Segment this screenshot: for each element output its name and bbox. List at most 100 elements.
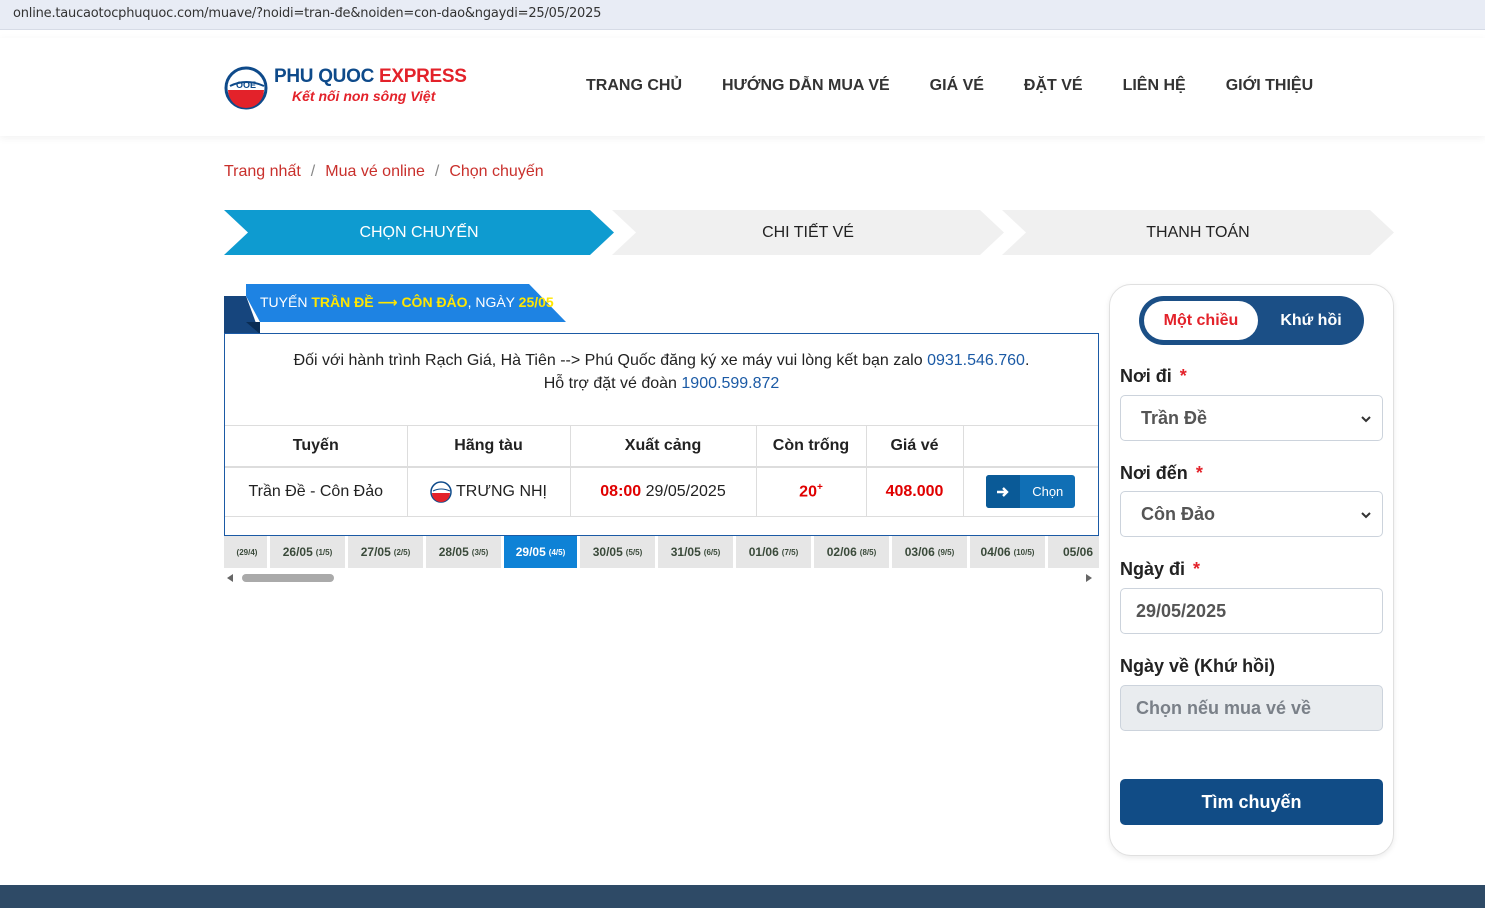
route-heading: TUYẾN TRẦN ĐỀ ⟶ CÔN ĐẢO, NGÀY 25/05 [224,284,566,334]
date-label: 29/05 [515,545,546,559]
scroll-right-icon[interactable] [1086,574,1093,582]
step-payment: THANH TOÁN [1002,210,1394,255]
date-option[interactable]: 04/06 (10/5) [970,536,1045,568]
route-heading-text: TUYẾN TRẦN ĐỀ ⟶ CÔN ĐẢO, NGÀY 25/05 [260,294,554,310]
col-seats: Còn trống [756,425,867,468]
trip-price: 408.000 [866,466,964,517]
breadcrumb-current[interactable]: Chọn chuyến [449,163,543,181]
search-trip-button[interactable]: Tìm chuyến [1120,779,1383,825]
date-lunar: (2/5) [393,547,411,557]
scroll-thumb[interactable] [242,574,334,582]
trip-type-toggle: Một chiều Khứ hồi [1139,296,1364,345]
from-select[interactable]: Trần Đề [1120,395,1383,441]
date-lunar: (29/4) [236,547,258,557]
date-option[interactable]: 02/06 (8/5) [814,536,889,568]
breadcrumb: Trang nhất / Mua vé online / Chọn chuyến [224,163,544,181]
site-header: OOE PHU QUOC EXPRESS Kết nối non sông Vi… [0,38,1485,136]
choose-trip-button[interactable]: Chọn [986,475,1076,509]
trip-action: Chọn [963,466,1098,517]
col-departure: Xuất cảng [570,425,757,468]
date-lunar: (6/5) [703,547,721,557]
date-label: 01/06 [748,545,779,559]
table-row: Trần Đề - Côn Đảo TRƯNG NHỊ 08:00 29/05/… [225,466,1098,517]
trip-ship: TRƯNG NHỊ [407,466,571,517]
date-label: 31/05 [670,545,701,559]
date-option[interactable]: (29/4) [224,536,267,568]
step-ticket-detail: CHI TIẾT VÉ [612,210,1004,255]
ship-logo-icon [430,481,452,503]
date-label: 02/06 [826,545,857,559]
breadcrumb-home[interactable]: Trang nhất [224,163,301,181]
date-lunar: (5/5) [625,547,643,557]
address-bar[interactable]: online.taucaotocphuquoc.com/muave/?noidi… [0,0,1485,30]
date-label: 26/05 [282,545,313,559]
col-action [963,425,1098,468]
date-option[interactable]: 31/05 (6/5) [658,536,733,568]
date-label: 03/06 [904,545,935,559]
col-route: Tuyến [225,425,408,468]
date-lunar: (4/5) [548,547,566,557]
nav-guide[interactable]: HƯỚNG DẪN MUA VÉ [722,77,890,95]
arrow-right-icon [986,475,1021,509]
date-label: 27/05 [360,545,391,559]
round-trip-option[interactable]: Khứ hồi [1265,301,1357,340]
departure-date-label: Ngày đi * [1120,559,1201,579]
notice-text: Đối với hành trình Rạch Giá, Hà Tiên -->… [293,352,1030,392]
date-lunar: (10/5) [1013,547,1035,557]
departure-date-input[interactable]: 29/05/2025 [1120,588,1383,634]
step-choose-trip: CHỌN CHUYẾN [224,210,614,255]
site-footer [0,885,1485,908]
breadcrumb-separator: / [434,163,440,180]
trip-seats: 20+ [756,466,867,517]
date-strip-scrollbar[interactable] [224,572,1099,584]
breadcrumb-separator: / [310,163,316,180]
trip-departure: 08:00 29/05/2025 [570,466,757,517]
trips-table: Tuyến Hãng tàu Xuất cảng Còn trống Giá v… [225,425,1098,517]
to-select[interactable]: Côn Đảo [1120,491,1383,537]
date-label: 28/05 [438,545,469,559]
date-lunar: (7/5) [781,547,799,557]
date-label: 30/05 [592,545,623,559]
date-option[interactable]: 05/06 [1048,536,1099,568]
nav-contact[interactable]: LIÊN HỆ [1123,77,1186,95]
nav-home[interactable]: TRANG CHỦ [586,77,682,95]
logo-tagline: Kết nối non sông Việt [292,88,436,104]
date-label: 05/06 [1062,545,1094,559]
booking-steps: CHỌN CHUYẾN CHI TIẾT VÉ THANH TOÁN [224,210,1394,255]
date-lunar: (8/5) [859,547,877,557]
logo-mark-text: OOE [236,80,256,90]
breadcrumb-buy-online[interactable]: Mua vé online [325,163,425,181]
date-strip: (29/4) 26/05 (1/5) 27/05 (2/5) 28/05 (3/5) 29/0… [224,536,1099,568]
date-option[interactable]: 30/05 (5/5) [580,536,655,568]
nav-booking[interactable]: ĐẶT VÉ [1024,77,1083,95]
date-lunar: (3/5) [471,547,489,557]
trip-box: Đối với hành trình Rạch Giá, Hà Tiên -->… [224,333,1099,536]
date-option[interactable]: 26/05 (1/5) [270,536,345,568]
return-date-input[interactable]: Chọn nếu mua vé về [1120,685,1383,731]
date-option[interactable]: 29/05 (4/5) [504,536,577,568]
url-text: online.taucaotocphuquoc.com/muave/?noidi… [13,6,602,21]
from-label: Nơi đi * [1120,366,1187,386]
col-price: Giá vé [866,425,964,468]
date-option[interactable]: 28/05 (3/5) [426,536,501,568]
date-lunar: (1/5) [315,547,333,557]
date-label: 04/06 [980,545,1011,559]
one-way-option[interactable]: Một chiều [1144,301,1258,340]
site-logo[interactable]: OOE PHU QUOC EXPRESS Kết nối non sông Vi… [224,64,474,114]
main-nav: TRANG CHỦ HƯỚNG DẪN MUA VÉ GIÁ VÉ ĐẶT VÉ… [586,77,1353,95]
date-option[interactable]: 27/05 (2/5) [348,536,423,568]
scroll-left-icon[interactable] [227,574,234,582]
search-sidebar: Một chiều Khứ hồi Nơi đi * Trần Đề Nơi đế… [1109,284,1394,856]
trip-route: Trần Đề - Côn Đảo [225,466,408,517]
date-option[interactable]: 03/06 (9/5) [892,536,967,568]
zalo-phone[interactable]: 0931.546.760 [927,352,1025,369]
chevron-down-icon [1361,512,1371,519]
date-option[interactable]: 01/06 (7/5) [736,536,811,568]
nav-about[interactable]: GIỚI THIỆU [1226,77,1313,95]
return-date-label: Ngày về (Khứ hồi) [1120,656,1276,676]
nav-prices[interactable]: GIÁ VÉ [930,77,984,95]
chevron-down-icon [1361,416,1371,423]
date-lunar: (9/5) [937,547,955,557]
group-hotline[interactable]: 1900.599.872 [681,375,779,392]
col-ship: Hãng tàu [407,425,571,468]
